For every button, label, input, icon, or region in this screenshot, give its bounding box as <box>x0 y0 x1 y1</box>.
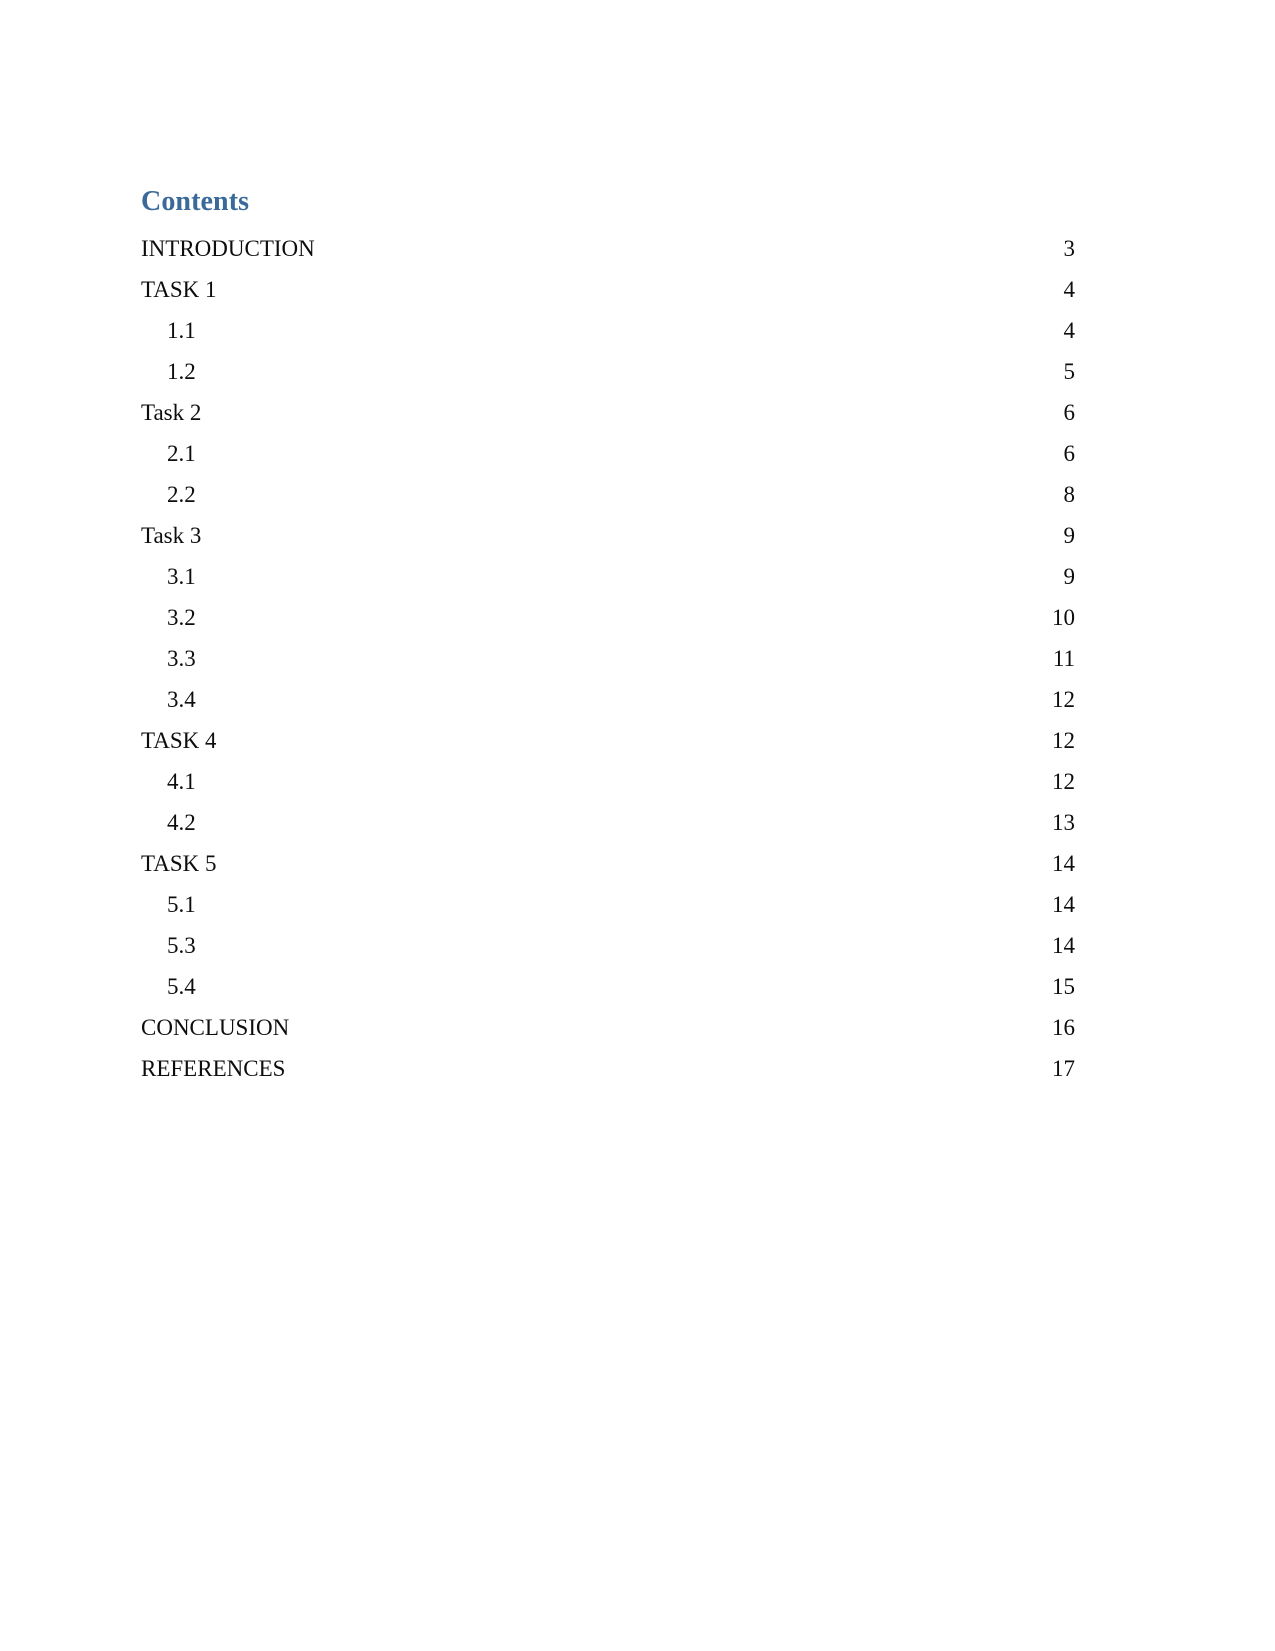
toc-entry-title: 5.1 <box>167 892 196 917</box>
toc-entry[interactable]: TASK 4 12 <box>141 720 1075 761</box>
toc-entry-page-number: 12 <box>1052 687 1075 712</box>
toc-entry-title: 5.4 <box>167 974 196 999</box>
toc-entry-page-number: 4 <box>1063 277 1076 302</box>
toc-entry-page-number: 15 <box>1052 974 1075 999</box>
toc-entry-title: 4.1 <box>167 769 196 794</box>
toc-entry-page-number: 16 <box>1052 1015 1075 1040</box>
page-title: Contents <box>141 186 250 217</box>
toc-entry[interactable]: 5.3 14 <box>141 925 1075 966</box>
toc-entry-title: 1.1 <box>167 318 196 343</box>
toc-entry-title: INTRODUCTION <box>141 236 315 261</box>
toc-entry-title: 1.2 <box>167 359 196 384</box>
toc-entry-page-number: 10 <box>1052 605 1075 630</box>
toc-entry-page-number: 11 <box>1052 646 1075 671</box>
toc-entry-page-number: 9 <box>1063 564 1076 589</box>
toc-entry[interactable]: 2.2 8 <box>141 474 1075 515</box>
toc-entry-title: 4.2 <box>167 810 196 835</box>
toc-entry-title: 3.2 <box>167 605 196 630</box>
toc-entry-title: 5.3 <box>167 933 196 958</box>
toc-entry[interactable]: 3.4 12 <box>141 679 1075 720</box>
toc-entry[interactable]: 5.4 15 <box>141 966 1075 1007</box>
toc-entry-title: Task 3 <box>141 523 202 548</box>
toc-entry[interactable]: 4.2 13 <box>141 802 1075 843</box>
toc-entry-title: 2.1 <box>167 441 196 466</box>
toc-entry-page-number: 14 <box>1052 851 1075 876</box>
toc-entry[interactable]: CONCLUSION 16 <box>141 1007 1075 1048</box>
toc-entry-page-number: 17 <box>1052 1056 1075 1081</box>
toc-entry[interactable]: 3.2 10 <box>141 597 1075 638</box>
toc-entry[interactable]: REFERENCES 17 <box>141 1048 1075 1089</box>
toc-entry-title: TASK 5 <box>141 851 217 876</box>
toc-entry[interactable]: INTRODUCTION 3 <box>141 228 1075 269</box>
toc-entry-title: 3.3 <box>167 646 196 671</box>
toc-entry-page-number: 6 <box>1063 400 1076 425</box>
toc-entry-page-number: 8 <box>1063 482 1076 507</box>
toc-entry-page-number: 6 <box>1063 441 1076 466</box>
toc-entry-page-number: 12 <box>1052 728 1075 753</box>
toc-entry-title: 3.1 <box>167 564 196 589</box>
toc-entry[interactable]: 5.1 14 <box>141 884 1075 925</box>
toc-entry-page-number: 14 <box>1052 933 1075 958</box>
toc-entry-page-number: 4 <box>1063 318 1076 343</box>
toc-entry-page-number: 9 <box>1063 523 1076 548</box>
toc-entry[interactable]: 4.1 12 <box>141 761 1075 802</box>
toc-entry[interactable]: TASK 5 14 <box>141 843 1075 884</box>
toc-entry[interactable]: TASK 1 4 <box>141 269 1075 310</box>
toc-entry-page-number: 14 <box>1052 892 1075 917</box>
toc-entry-page-number: 3 <box>1063 236 1076 261</box>
toc-entry[interactable]: Task 3 9 <box>141 515 1075 556</box>
toc-entry-list: INTRODUCTION 3 TASK 1 4 1.1 4 1.2 5 Task 2 6 2.1 6 2… <box>141 228 1075 1089</box>
toc-entry-title: TASK 4 <box>141 728 217 753</box>
toc-entry-title: REFERENCES <box>141 1056 286 1081</box>
toc-entry[interactable]: 3.1 9 <box>141 556 1075 597</box>
toc-entry-page-number: 5 <box>1063 359 1076 384</box>
toc-entry-page-number: 13 <box>1052 810 1075 835</box>
document-page: Contents INTRODUCTION 3 TASK 1 4 1.1 4 1.2 5 Tas… <box>0 0 1275 1651</box>
toc-entry-title: TASK 1 <box>141 277 217 302</box>
toc-entry[interactable]: Task 2 6 <box>141 392 1075 433</box>
toc-entry-title: 3.4 <box>167 687 196 712</box>
toc-entry-title: 2.2 <box>167 482 196 507</box>
toc-entry[interactable]: 2.1 6 <box>141 433 1075 474</box>
toc-entry[interactable]: 3.3 11 <box>141 638 1075 679</box>
toc-entry-page-number: 12 <box>1052 769 1075 794</box>
toc-entry[interactable]: 1.1 4 <box>141 310 1075 351</box>
toc-entry-title: Task 2 <box>141 400 202 425</box>
toc-entry[interactable]: 1.2 5 <box>141 351 1075 392</box>
table-of-contents: Contents INTRODUCTION 3 TASK 1 4 1.1 4 1.2 5 Tas… <box>141 188 1075 1089</box>
toc-entry-title: CONCLUSION <box>141 1015 290 1040</box>
